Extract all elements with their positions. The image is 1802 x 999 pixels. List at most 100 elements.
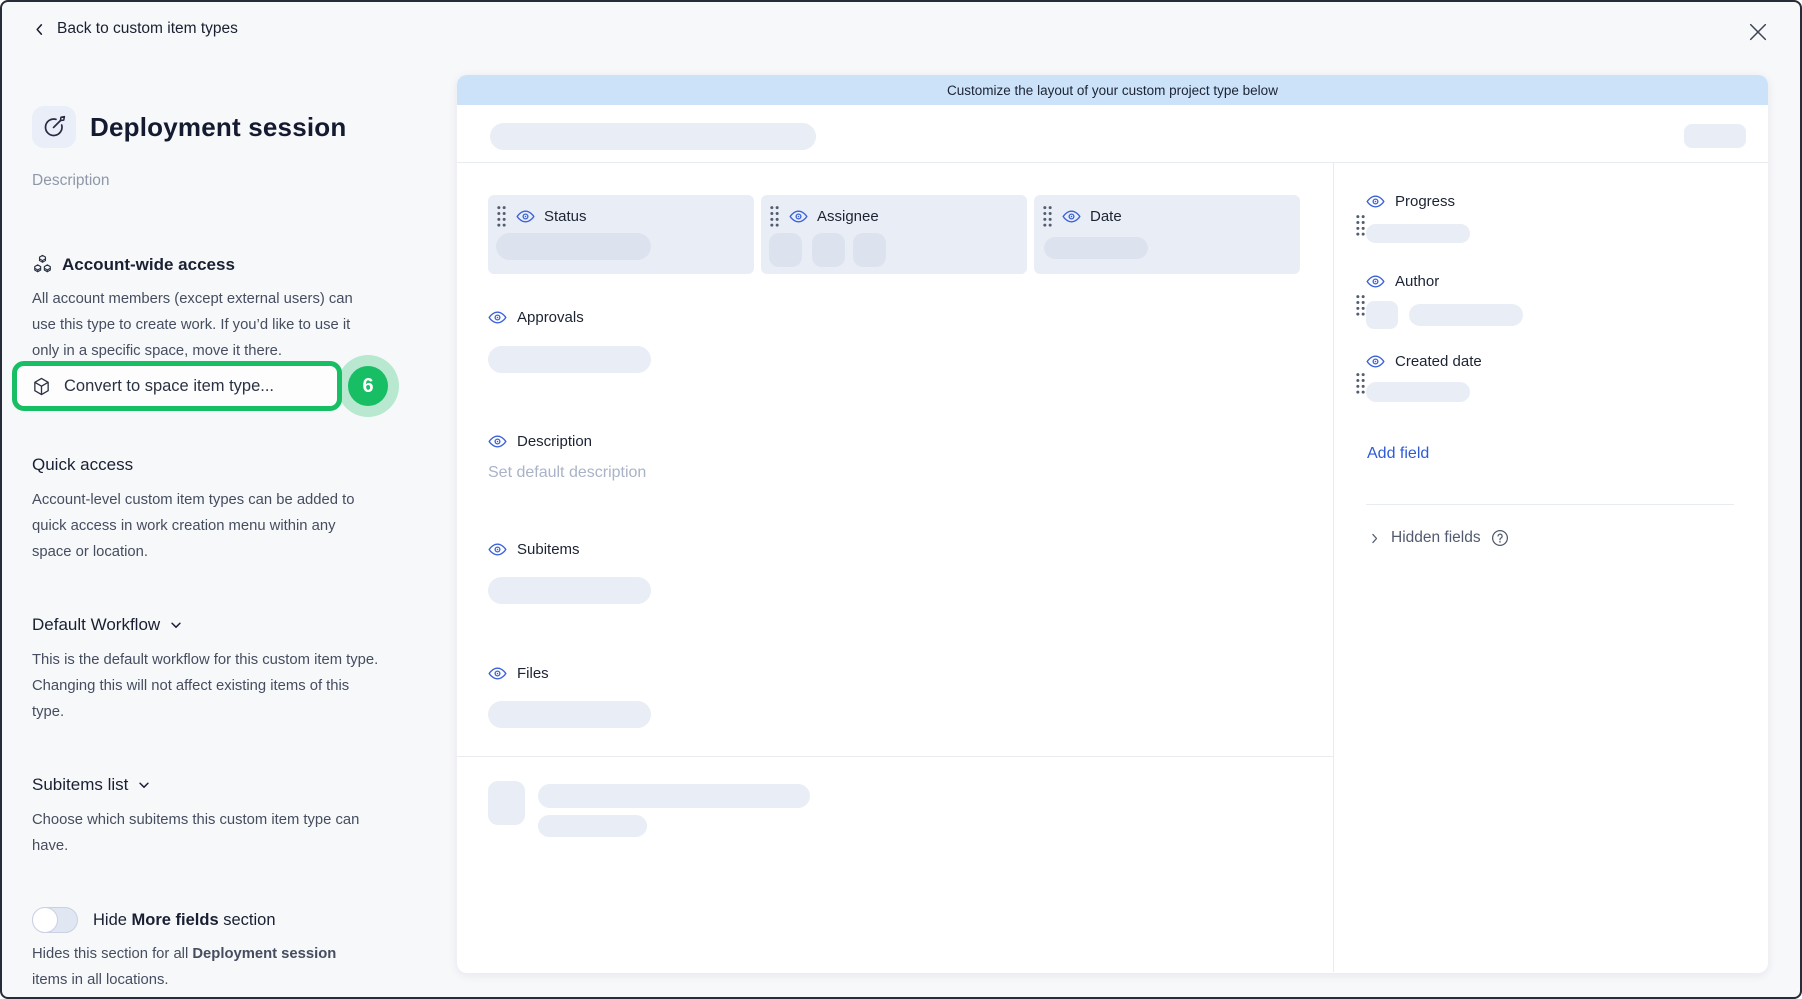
convert-button-label: Convert to space item type...: [64, 377, 274, 396]
drag-handle-icon[interactable]: [1042, 205, 1053, 228]
author-avatar-placeholder: [1366, 301, 1398, 329]
hide-more-fields-toggle[interactable]: [32, 907, 78, 933]
account-wide-access-label: Account-wide access: [62, 255, 235, 275]
field-card-assignee[interactable]: Assignee: [761, 195, 1027, 274]
author-name-placeholder: [1409, 304, 1523, 326]
customize-layout-banner: Customize the layout of your custom proj…: [457, 75, 1768, 105]
comment-line-placeholder: [538, 815, 647, 837]
hidden-fields-label: Hidden fields: [1391, 529, 1481, 547]
label-segment-bold: More fields: [132, 911, 219, 929]
page-title: Deployment session: [90, 112, 346, 143]
section-label: Approvals: [517, 309, 584, 326]
panel-field-label: Created date: [1395, 353, 1482, 370]
quick-access-description: Account-level custom item types can be a…: [32, 487, 377, 565]
default-workflow-label: Default Workflow: [32, 615, 160, 635]
eye-icon[interactable]: [488, 308, 507, 327]
files-placeholder: [488, 701, 651, 728]
approvals-placeholder: [488, 346, 651, 373]
sidebar-item-description[interactable]: Description: [32, 172, 110, 190]
hide-more-fields-row: Hide More fields section: [32, 907, 276, 933]
chevron-left-icon: [32, 22, 47, 37]
label-segment: section: [219, 911, 276, 929]
drag-handle-icon[interactable]: [1355, 294, 1366, 317]
comments-divider: [457, 756, 1333, 757]
preview-item-header: [457, 105, 1768, 163]
desc-segment-bold: Deployment session: [192, 946, 336, 962]
subitems-placeholder: [488, 577, 651, 604]
account-wide-access-heading: Account-wide access: [32, 254, 235, 275]
date-value-placeholder: [1044, 237, 1148, 259]
section-approvals: Approvals: [488, 308, 584, 327]
section-subitems: Subitems: [488, 540, 580, 559]
hidden-fields-divider: [1366, 504, 1734, 505]
panel-field-author[interactable]: Author: [1366, 272, 1439, 291]
default-workflow-heading[interactable]: Default Workflow: [32, 615, 183, 635]
set-default-description-link[interactable]: Set default description: [488, 464, 646, 482]
section-label: Files: [517, 665, 549, 682]
section-files: Files: [488, 664, 549, 683]
close-icon: [1747, 21, 1769, 43]
section-description: Description: [488, 432, 592, 451]
progress-placeholder: [1366, 224, 1470, 243]
eye-icon[interactable]: [488, 432, 507, 451]
field-card-status[interactable]: Status: [488, 195, 754, 274]
panel-field-created-date[interactable]: Created date: [1366, 352, 1482, 371]
drag-handle-icon[interactable]: [1355, 214, 1366, 237]
quick-access-label: Quick access: [32, 455, 133, 475]
eye-icon[interactable]: [1366, 352, 1385, 371]
field-card-date[interactable]: Date: [1034, 195, 1300, 274]
cube-icon: [31, 376, 52, 397]
quick-access-heading: Quick access: [32, 455, 133, 475]
add-field-link[interactable]: Add field: [1367, 445, 1429, 463]
comment-line-placeholder: [538, 784, 810, 808]
toggle-knob: [32, 907, 58, 933]
eye-icon[interactable]: [488, 664, 507, 683]
eye-icon[interactable]: [1366, 272, 1385, 291]
panel-field-label: Progress: [1395, 193, 1455, 210]
drag-handle-icon[interactable]: [1355, 372, 1366, 395]
custom-item-type-settings-dialog: Back to custom item types Deployment ses…: [0, 0, 1802, 999]
avatar-placeholder: [812, 233, 845, 267]
subitems-list-heading[interactable]: Subitems list: [32, 775, 151, 795]
subitems-list-description: Choose which subitems this custom item t…: [32, 807, 372, 859]
account-wide-access-description: All account members (except external use…: [32, 286, 380, 364]
status-value-placeholder: [496, 233, 651, 260]
section-label: Subitems: [517, 541, 580, 558]
desc-segment: Hides this section for all: [32, 946, 192, 962]
eye-icon[interactable]: [789, 207, 808, 226]
field-label: Assignee: [817, 208, 879, 225]
preview-fields-panel: Progress Author Created date A: [1333, 163, 1768, 972]
preview-main-column: Status Assignee: [457, 163, 1333, 972]
drag-handle-icon[interactable]: [769, 205, 780, 228]
label-segment: Hide: [93, 911, 132, 929]
eye-icon[interactable]: [1062, 207, 1081, 226]
eye-icon[interactable]: [488, 540, 507, 559]
subitems-list-label: Subitems list: [32, 775, 128, 795]
layout-preview-card: Customize the layout of your custom proj…: [457, 75, 1768, 973]
item-type-title-row: Deployment session: [32, 106, 346, 148]
avatar-placeholder: [853, 233, 886, 267]
panel-field-label: Author: [1395, 273, 1439, 290]
question-circle-icon[interactable]: [1491, 529, 1509, 547]
eye-icon[interactable]: [516, 207, 535, 226]
close-button[interactable]: [1747, 16, 1779, 48]
default-workflow-description: This is the default workflow for this cu…: [32, 647, 382, 725]
back-link[interactable]: Back to custom item types: [32, 20, 238, 38]
avatar-placeholder: [769, 233, 802, 267]
drag-handle-icon[interactable]: [496, 205, 507, 228]
convert-to-space-item-type-button[interactable]: Convert to space item type...: [12, 361, 342, 411]
item-type-icon-badge: [32, 106, 76, 148]
tutorial-step-badge: 6: [348, 366, 388, 406]
chevron-down-icon: [169, 618, 183, 632]
created-date-placeholder: [1366, 382, 1470, 402]
cubes-icon: [32, 254, 53, 275]
hidden-fields-toggle[interactable]: Hidden fields: [1368, 529, 1509, 547]
back-link-label: Back to custom item types: [57, 20, 238, 38]
item-title-placeholder: [490, 123, 816, 150]
comment-avatar-placeholder: [488, 781, 525, 825]
panel-field-progress[interactable]: Progress: [1366, 192, 1455, 211]
hide-more-fields-label: Hide More fields section: [93, 911, 276, 930]
eye-icon[interactable]: [1366, 192, 1385, 211]
dart-icon: [41, 114, 67, 140]
header-action-placeholder: [1684, 124, 1746, 148]
